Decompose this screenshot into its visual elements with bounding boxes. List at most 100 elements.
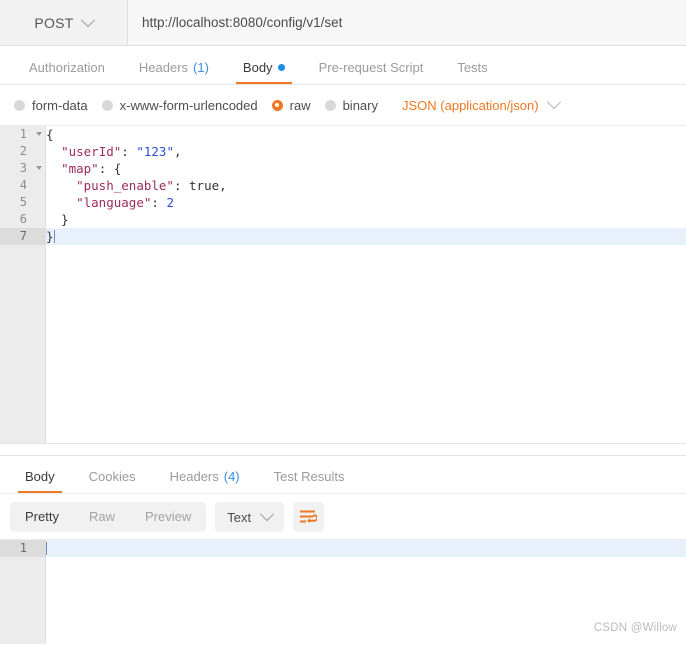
code-fold-arrow-icon[interactable] — [36, 132, 42, 136]
request-body-editor[interactable]: 1234567 { "userId": "123", "map": { "pus… — [0, 126, 686, 444]
gutter-filler — [0, 557, 45, 574]
text-cursor — [53, 230, 55, 243]
code-token-num: 2 — [166, 195, 174, 210]
code-token-punct — [46, 161, 61, 176]
response-body-editor[interactable]: 1 — [0, 539, 686, 644]
request-tab-bar: Authorization Headers (1) Body Pre-request S… — [0, 46, 686, 85]
http-method-select[interactable]: POST — [0, 0, 128, 45]
tab-label: Tests — [457, 60, 488, 75]
tab-label: Authorization — [29, 60, 105, 75]
view-mode-raw[interactable]: Raw — [74, 502, 130, 532]
url-text: http://localhost:8080/config/v1/set — [142, 15, 343, 30]
code-token-key: "userId" — [61, 144, 122, 159]
tab-label: Test Results — [273, 469, 345, 484]
code-line: } — [46, 228, 686, 245]
code-line: "userId": "123", — [46, 143, 686, 160]
unsaved-indicator-dot — [277, 64, 285, 71]
code-line: } — [46, 211, 686, 228]
gutter-line-number: 2 — [19, 144, 27, 158]
tab-label: Pre-request Script — [318, 60, 424, 75]
view-mode-pretty[interactable]: Pretty — [10, 502, 74, 532]
request-tab-headers[interactable]: Headers (1) — [122, 61, 226, 84]
code-token-bool: true — [189, 178, 220, 193]
response-tab-test-results[interactable]: Test Results — [257, 470, 362, 493]
code-token-punct — [46, 178, 76, 193]
code-line: "push_enable": true, — [46, 177, 686, 194]
code-line — [46, 540, 686, 557]
code-token-punct: , — [173, 144, 182, 159]
body-type-raw[interactable]: raw — [271, 97, 311, 113]
editor-gutter: 1234567 — [0, 126, 46, 443]
chevron-down-icon — [546, 95, 561, 110]
code-token-key: "map" — [61, 161, 99, 176]
code-token-key: "push_enable" — [76, 178, 174, 193]
response-format-select[interactable]: Text — [215, 502, 285, 532]
body-type-label: raw — [289, 97, 311, 113]
text-cursor — [46, 542, 47, 555]
gutter-filler — [0, 245, 45, 262]
content-type-select[interactable]: JSON (application/json) — [402, 95, 561, 113]
tab-label: Body — [242, 60, 273, 75]
body-type-binary[interactable]: binary — [324, 97, 378, 113]
response-editor-code-area[interactable] — [46, 540, 686, 644]
gutter-line-number: 5 — [19, 195, 27, 209]
code-token-punct: : — [173, 178, 190, 193]
code-line: "language": 2 — [46, 194, 686, 211]
code-line: "map": { — [46, 160, 686, 177]
tab-label: Headers — [138, 60, 189, 75]
request-url-bar: POST http://localhost:8080/config/v1/set — [0, 0, 686, 46]
content-type-label: JSON (application/json) — [402, 97, 539, 113]
gutter-line-number: 7 — [0, 228, 45, 245]
http-method-label: POST — [34, 14, 74, 31]
radio-button[interactable] — [101, 99, 113, 111]
tab-count: (4) — [223, 469, 240, 484]
url-input[interactable]: http://localhost:8080/config/v1/set — [128, 0, 686, 45]
code-token-key: "language" — [76, 195, 152, 210]
watermark: CSDN @Willow — [593, 622, 677, 634]
response-toolbar: Pretty Raw Preview Text — [0, 494, 686, 540]
radio-button[interactable] — [324, 99, 336, 111]
radio-button[interactable] — [14, 99, 25, 111]
tab-label: Cookies — [88, 469, 136, 484]
code-line: { — [46, 126, 686, 143]
code-token-punct: } — [46, 212, 69, 227]
gutter-line-number: 6 — [19, 212, 27, 226]
request-tab-tests[interactable]: Tests — [440, 61, 504, 84]
code-token-punct — [46, 144, 61, 159]
body-type-label: form-data — [32, 97, 88, 113]
tab-label: Body — [25, 469, 55, 484]
code-token-punct: } — [46, 229, 54, 244]
gutter-line-number: 1 — [0, 540, 45, 557]
gutter-line-number: 4 — [19, 178, 27, 192]
request-tab-authorization[interactable]: Authorization — [12, 61, 122, 84]
response-tab-cookies[interactable]: Cookies — [72, 470, 153, 493]
gutter-line-number: 1 — [0, 126, 45, 143]
body-type-form-data[interactable]: form-data — [14, 98, 88, 113]
body-type-label: binary — [342, 97, 378, 113]
request-tab-pre-request-script[interactable]: Pre-request Script — [302, 61, 441, 84]
response-tab-body[interactable]: Body — [8, 470, 72, 493]
tab-label: Headers — [169, 469, 219, 484]
radio-button[interactable] — [271, 99, 283, 111]
view-mode-preview[interactable]: Preview — [130, 502, 206, 532]
response-panel: Body Cookies Headers (4) Test Results Pretty… — [0, 455, 686, 644]
response-tab-bar: Body Cookies Headers (4) Test Results — [0, 456, 686, 494]
code-token-punct: { — [46, 127, 54, 142]
gutter-line-number: 3 — [0, 160, 45, 177]
code-fold-arrow-icon[interactable] — [36, 166, 42, 170]
editor-code-area[interactable]: { "userId": "123", "map": { "push_enable… — [46, 126, 686, 443]
code-token-punct: , — [219, 178, 227, 193]
code-token-punct: : — [121, 144, 137, 159]
body-type-row: form-data x-www-form-urlencoded raw binary … — [0, 85, 686, 126]
code-token-str: "123" — [136, 144, 174, 159]
word-wrap-button[interactable] — [293, 502, 325, 532]
chevron-down-icon — [260, 507, 275, 522]
panel-divider[interactable] — [0, 444, 686, 455]
request-tab-body[interactable]: Body — [226, 61, 302, 84]
word-wrap-icon — [300, 510, 318, 523]
body-type-x-www-form-urlencoded[interactable]: x-www-form-urlencoded — [101, 98, 258, 113]
code-token-punct: : { — [98, 161, 122, 176]
code-token-punct — [46, 195, 76, 210]
response-editor-gutter: 1 — [0, 540, 46, 644]
response-tab-headers[interactable]: Headers (4) — [153, 470, 257, 493]
